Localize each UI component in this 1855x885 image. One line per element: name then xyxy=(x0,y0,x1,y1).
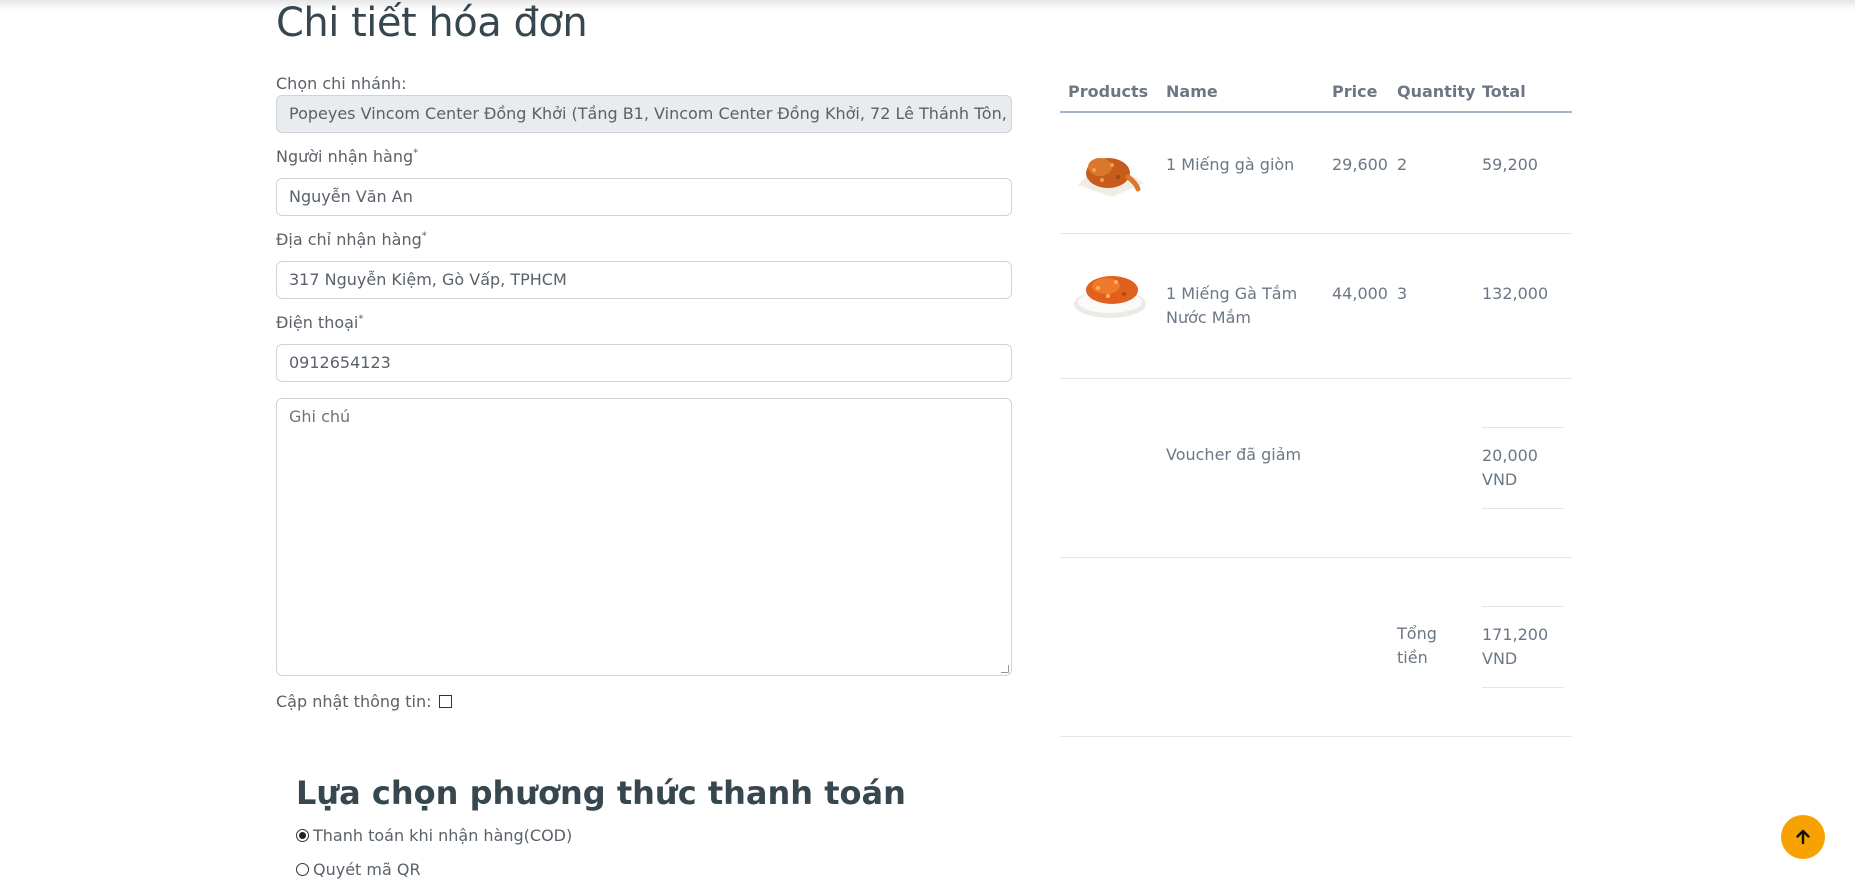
recipient-name-label-text: Người nhận hàng xyxy=(276,147,414,166)
voucher-amount: 20,000 VND xyxy=(1482,427,1564,509)
grand-total-label: Tổng tiền xyxy=(1397,624,1437,667)
grand-total-value: 171,200 xyxy=(1482,625,1549,644)
item-total: 132,000 xyxy=(1482,284,1549,303)
update-info-checkbox[interactable] xyxy=(438,695,452,708)
payment-option-qr[interactable]: Quyét mã QR xyxy=(296,860,421,879)
voucher-currency: VND xyxy=(1482,470,1518,489)
item-price: 29,600 xyxy=(1332,155,1388,174)
header-price: Price xyxy=(1332,82,1378,101)
voucher-amount-value: 20,000 xyxy=(1482,446,1538,465)
header-name: Name xyxy=(1166,82,1218,101)
arrow-up-icon xyxy=(1796,829,1810,845)
payment-option-label: Quyét mã QR xyxy=(313,860,421,879)
update-info-row: Cập nhật thông tin: xyxy=(276,692,1012,711)
scroll-to-top-button[interactable] xyxy=(1781,815,1825,859)
item-total: 59,200 xyxy=(1482,155,1538,174)
radio-selected-icon[interactable] xyxy=(296,829,309,842)
item-price: 44,000 xyxy=(1332,284,1388,303)
recipient-name-label: Người nhận hàng* xyxy=(276,147,1012,166)
required-mark: * xyxy=(358,313,364,325)
table-row: 1 Miếng gà giòn 29,600 2 59,200 xyxy=(1060,113,1572,234)
fish-sauce-chicken-image xyxy=(1074,276,1146,318)
header-products: Products xyxy=(1068,82,1149,101)
grand-total-row: Tổng tiền 171,200 VND xyxy=(1060,558,1572,737)
header-quantity: Quantity xyxy=(1397,82,1476,101)
radio-unselected-icon[interactable] xyxy=(296,863,309,876)
note-placeholder: Ghi chú xyxy=(289,407,351,426)
cart-table: Products Name Price Quantity Total 1 Miế… xyxy=(1060,80,1572,737)
page-title: Chi tiết hóa đơn xyxy=(276,0,588,46)
address-label: Địa chỉ nhận hàng* xyxy=(276,230,1012,249)
item-name: 1 Miếng gà giòn xyxy=(1166,155,1295,174)
item-name: 1 Miếng Gà Tắm Nước Mắm xyxy=(1166,284,1298,327)
resize-handle-icon[interactable] xyxy=(1001,665,1009,673)
fried-chicken-image xyxy=(1078,158,1144,197)
address-input[interactable]: 317 Nguyễn Kiệm, Gò Vấp, TPHCM xyxy=(276,261,1012,299)
header-total: Total xyxy=(1482,82,1526,101)
item-quantity: 2 xyxy=(1397,155,1408,174)
required-mark: * xyxy=(421,230,427,242)
phone-input[interactable]: 0912654123 xyxy=(276,344,1012,382)
order-form: Chọn chi nhánh: Popeyes Vincom Center Đồ… xyxy=(276,74,1012,711)
update-info-label: Cập nhật thông tin: xyxy=(276,692,432,711)
recipient-name-input[interactable]: Nguyễn Văn An xyxy=(276,178,1012,216)
payment-option-cod[interactable]: Thanh toán khi nhận hàng(COD) xyxy=(296,826,572,845)
address-label-text: Địa chỉ nhận hàng xyxy=(276,230,422,249)
note-textarea[interactable]: Ghi chú xyxy=(276,398,1012,676)
payment-option-label: Thanh toán khi nhận hàng(COD) xyxy=(313,826,573,845)
branch-select[interactable]: Popeyes Vincom Center Đồng Khởi (Tầng B1… xyxy=(276,95,1012,133)
phone-label-text: Điện thoại xyxy=(276,313,359,332)
voucher-row: Voucher đã giảm 20,000 VND xyxy=(1060,379,1572,558)
voucher-label: Voucher đã giảm xyxy=(1166,445,1302,464)
required-mark: * xyxy=(413,147,419,159)
item-quantity: 3 xyxy=(1397,284,1408,303)
grand-total-amount: 171,200 VND xyxy=(1482,606,1564,688)
grand-total-currency: VND xyxy=(1482,649,1518,668)
table-row: 1 Miếng Gà Tắm Nước Mắm 44,000 3 132,000 xyxy=(1060,234,1572,379)
branch-label: Chọn chi nhánh: xyxy=(276,74,407,93)
payment-title: Lựa chọn phương thức thanh toán xyxy=(296,774,906,812)
table-header: Products Name Price Quantity Total xyxy=(1060,80,1572,113)
phone-label: Điện thoại* xyxy=(276,313,1012,332)
